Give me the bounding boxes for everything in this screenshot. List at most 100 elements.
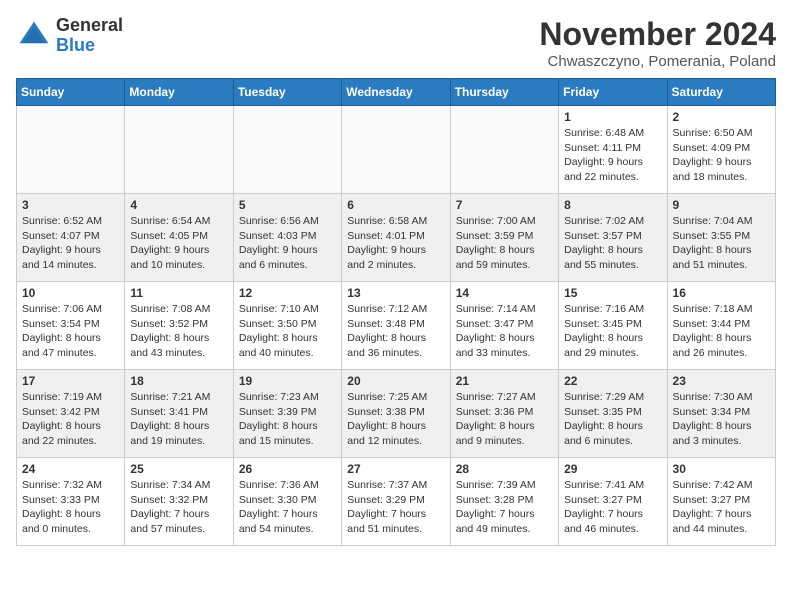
day-number: 2 [673, 110, 770, 124]
day-info: Sunrise: 7:27 AM Sunset: 3:36 PM Dayligh… [456, 390, 553, 449]
logo-text: General Blue [56, 16, 123, 56]
day-info: Sunrise: 7:14 AM Sunset: 3:47 PM Dayligh… [456, 302, 553, 361]
calendar-day-cell: 30 Sunrise: 7:42 AM Sunset: 3:27 PM Dayli… [667, 458, 775, 546]
day-number: 6 [347, 198, 444, 212]
day-info: Sunrise: 7:29 AM Sunset: 3:35 PM Dayligh… [564, 390, 661, 449]
day-info: Sunrise: 6:54 AM Sunset: 4:05 PM Dayligh… [130, 214, 227, 273]
day-info: Sunrise: 6:52 AM Sunset: 4:07 PM Dayligh… [22, 214, 119, 273]
day-number: 24 [22, 462, 119, 476]
calendar-day-cell: 22 Sunrise: 7:29 AM Sunset: 3:35 PM Dayli… [559, 370, 667, 458]
day-info: Sunrise: 6:56 AM Sunset: 4:03 PM Dayligh… [239, 214, 336, 273]
day-number: 12 [239, 286, 336, 300]
calendar-day-cell: 16 Sunrise: 7:18 AM Sunset: 3:44 PM Dayli… [667, 282, 775, 370]
day-info: Sunrise: 7:04 AM Sunset: 3:55 PM Dayligh… [673, 214, 770, 273]
calendar-day-cell: 15 Sunrise: 7:16 AM Sunset: 3:45 PM Dayli… [559, 282, 667, 370]
day-number: 20 [347, 374, 444, 388]
calendar-day-cell: 19 Sunrise: 7:23 AM Sunset: 3:39 PM Dayli… [233, 370, 341, 458]
calendar-day-cell [450, 106, 558, 194]
day-info: Sunrise: 7:10 AM Sunset: 3:50 PM Dayligh… [239, 302, 336, 361]
logo-icon [16, 18, 52, 54]
calendar-day-cell: 1 Sunrise: 6:48 AM Sunset: 4:11 PM Daylig… [559, 106, 667, 194]
day-info: Sunrise: 7:36 AM Sunset: 3:30 PM Dayligh… [239, 478, 336, 537]
calendar-day-cell: 20 Sunrise: 7:25 AM Sunset: 3:38 PM Dayli… [342, 370, 450, 458]
day-number: 15 [564, 286, 661, 300]
calendar-day-cell: 4 Sunrise: 6:54 AM Sunset: 4:05 PM Daylig… [125, 194, 233, 282]
column-header-sunday: Sunday [17, 79, 125, 106]
day-number: 18 [130, 374, 227, 388]
day-info: Sunrise: 7:12 AM Sunset: 3:48 PM Dayligh… [347, 302, 444, 361]
day-number: 27 [347, 462, 444, 476]
day-info: Sunrise: 7:25 AM Sunset: 3:38 PM Dayligh… [347, 390, 444, 449]
day-info: Sunrise: 7:42 AM Sunset: 3:27 PM Dayligh… [673, 478, 770, 537]
calendar-day-cell: 7Sunrise: 7:00 AM Sunset: 3:59 PM Daylig… [450, 194, 558, 282]
day-info: Sunrise: 7:16 AM Sunset: 3:45 PM Dayligh… [564, 302, 661, 361]
day-info: Sunrise: 7:06 AM Sunset: 3:54 PM Dayligh… [22, 302, 119, 361]
day-info: Sunrise: 6:48 AM Sunset: 4:11 PM Dayligh… [564, 126, 661, 185]
page-header: General Blue November 2024 Chwaszczyno, … [16, 16, 776, 70]
day-number: 11 [130, 286, 227, 300]
day-info: Sunrise: 7:08 AM Sunset: 3:52 PM Dayligh… [130, 302, 227, 361]
calendar-header-row: SundayMondayTuesdayWednesdayThursdayFrid… [17, 79, 776, 106]
location-subtitle: Chwaszczyno, Pomerania, Poland [539, 53, 776, 70]
calendar-day-cell [125, 106, 233, 194]
day-number: 16 [673, 286, 770, 300]
calendar-day-cell [342, 106, 450, 194]
calendar-day-cell: 28 Sunrise: 7:39 AM Sunset: 3:28 PM Dayli… [450, 458, 558, 546]
calendar-day-cell: 14 Sunrise: 7:14 AM Sunset: 3:47 PM Dayli… [450, 282, 558, 370]
day-info: Sunrise: 7:23 AM Sunset: 3:39 PM Dayligh… [239, 390, 336, 449]
day-number: 4 [130, 198, 227, 212]
calendar-day-cell: 21Sunrise: 7:27 AM Sunset: 3:36 PM Dayli… [450, 370, 558, 458]
day-number: 1 [564, 110, 661, 124]
day-number: 3 [22, 198, 119, 212]
column-header-monday: Monday [125, 79, 233, 106]
day-number: 22 [564, 374, 661, 388]
calendar-day-cell: 6 Sunrise: 6:58 AM Sunset: 4:01 PM Daylig… [342, 194, 450, 282]
column-header-tuesday: Tuesday [233, 79, 341, 106]
day-info: Sunrise: 7:19 AM Sunset: 3:42 PM Dayligh… [22, 390, 119, 449]
calendar-week-row: 1 Sunrise: 6:48 AM Sunset: 4:11 PM Daylig… [17, 106, 776, 194]
day-number: 30 [673, 462, 770, 476]
month-title: November 2024 [539, 16, 776, 53]
calendar-day-cell: 29Sunrise: 7:41 AM Sunset: 3:27 PM Dayli… [559, 458, 667, 546]
day-info: Sunrise: 6:58 AM Sunset: 4:01 PM Dayligh… [347, 214, 444, 273]
calendar-day-cell: 12 Sunrise: 7:10 AM Sunset: 3:50 PM Dayli… [233, 282, 341, 370]
day-number: 19 [239, 374, 336, 388]
logo: General Blue [16, 16, 123, 56]
day-number: 13 [347, 286, 444, 300]
calendar-week-row: 3 Sunrise: 6:52 AM Sunset: 4:07 PM Daylig… [17, 194, 776, 282]
day-info: Sunrise: 7:02 AM Sunset: 3:57 PM Dayligh… [564, 214, 661, 273]
calendar-day-cell: 17Sunrise: 7:19 AM Sunset: 3:42 PM Dayli… [17, 370, 125, 458]
day-number: 10 [22, 286, 119, 300]
column-header-saturday: Saturday [667, 79, 775, 106]
calendar-table: SundayMondayTuesdayWednesdayThursdayFrid… [16, 78, 776, 546]
day-number: 23 [673, 374, 770, 388]
day-info: Sunrise: 7:18 AM Sunset: 3:44 PM Dayligh… [673, 302, 770, 361]
day-number: 5 [239, 198, 336, 212]
day-number: 26 [239, 462, 336, 476]
calendar-day-cell: 3 Sunrise: 6:52 AM Sunset: 4:07 PM Daylig… [17, 194, 125, 282]
day-number: 8 [564, 198, 661, 212]
calendar-day-cell: 26 Sunrise: 7:36 AM Sunset: 3:30 PM Dayli… [233, 458, 341, 546]
day-number: 29 [564, 462, 661, 476]
day-number: 9 [673, 198, 770, 212]
day-info: Sunrise: 7:34 AM Sunset: 3:32 PM Dayligh… [130, 478, 227, 537]
day-number: 28 [456, 462, 553, 476]
day-info: Sunrise: 7:30 AM Sunset: 3:34 PM Dayligh… [673, 390, 770, 449]
day-info: Sunrise: 7:32 AM Sunset: 3:33 PM Dayligh… [22, 478, 119, 537]
column-header-thursday: Thursday [450, 79, 558, 106]
calendar-week-row: 10 Sunrise: 7:06 AM Sunset: 3:54 PM Dayli… [17, 282, 776, 370]
day-number: 14 [456, 286, 553, 300]
column-header-wednesday: Wednesday [342, 79, 450, 106]
calendar-day-cell: 2Sunrise: 6:50 AM Sunset: 4:09 PM Daylig… [667, 106, 775, 194]
calendar-day-cell: 18 Sunrise: 7:21 AM Sunset: 3:41 PM Dayli… [125, 370, 233, 458]
column-header-friday: Friday [559, 79, 667, 106]
calendar-day-cell [17, 106, 125, 194]
day-info: Sunrise: 7:39 AM Sunset: 3:28 PM Dayligh… [456, 478, 553, 537]
calendar-day-cell: 8 Sunrise: 7:02 AM Sunset: 3:57 PM Daylig… [559, 194, 667, 282]
calendar-day-cell: 24 Sunrise: 7:32 AM Sunset: 3:33 PM Dayli… [17, 458, 125, 546]
calendar-day-cell: 9 Sunrise: 7:04 AM Sunset: 3:55 PM Daylig… [667, 194, 775, 282]
calendar-day-cell: 13 Sunrise: 7:12 AM Sunset: 3:48 PM Dayli… [342, 282, 450, 370]
day-info: Sunrise: 7:21 AM Sunset: 3:41 PM Dayligh… [130, 390, 227, 449]
calendar-day-cell: 5 Sunrise: 6:56 AM Sunset: 4:03 PM Daylig… [233, 194, 341, 282]
day-number: 7 [456, 198, 553, 212]
